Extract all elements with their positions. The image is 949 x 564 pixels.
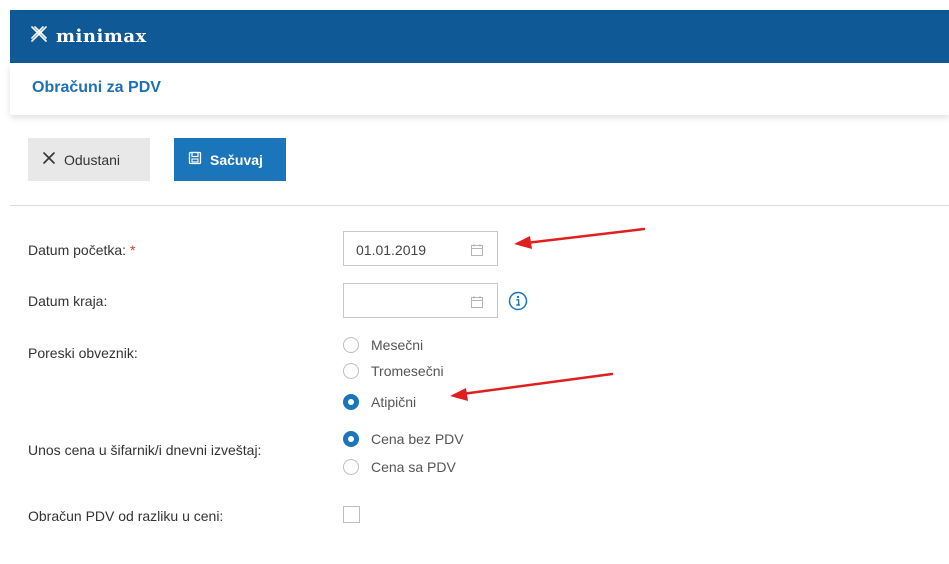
radio-button-selected[interactable] bbox=[343, 394, 359, 410]
divider bbox=[10, 205, 949, 206]
required-marker: * bbox=[129, 242, 136, 258]
radio-option-monthly[interactable]: Mesečni bbox=[343, 337, 423, 353]
start-date-value: 01.01.2019 bbox=[356, 242, 427, 258]
radio-option-quarterly[interactable]: Tromesečni bbox=[343, 363, 444, 379]
margin-vat-checkbox[interactable] bbox=[343, 506, 360, 523]
start-date-label: Datum početka: * bbox=[28, 242, 135, 258]
cancel-button-label: Odustani bbox=[64, 151, 121, 168]
radio-option-label: Cena bez PDV bbox=[371, 431, 464, 447]
annotation-arrow-start-date bbox=[514, 227, 646, 249]
minimax-logo-icon bbox=[29, 24, 49, 49]
radio-option-price-with-vat[interactable]: Cena sa PDV bbox=[343, 459, 456, 475]
radio-option-atypical[interactable]: Atipični bbox=[343, 394, 416, 410]
save-icon bbox=[188, 151, 202, 168]
title-bar: Obračuni za PDV bbox=[10, 63, 949, 115]
radio-option-label: Atipični bbox=[371, 394, 417, 410]
calendar-icon[interactable] bbox=[471, 243, 483, 259]
top-bar: minimax bbox=[10, 10, 949, 63]
app-logo[interactable]: minimax bbox=[29, 24, 147, 49]
radio-option-label: Cena sa PDV bbox=[371, 459, 456, 475]
start-date-label-text: Datum početka: bbox=[28, 242, 127, 258]
save-button[interactable]: Sačuvaj bbox=[174, 138, 286, 181]
cancel-button[interactable]: Odustani bbox=[28, 138, 150, 181]
close-icon bbox=[42, 151, 56, 168]
app-logo-text: minimax bbox=[56, 26, 147, 47]
start-date-input[interactable]: 01.01.2019 bbox=[343, 231, 498, 266]
radio-option-price-without-vat[interactable]: Cena bez PDV bbox=[343, 431, 464, 447]
margin-vat-label: Obračun PDV od razliku u ceni: bbox=[28, 508, 224, 524]
end-date-input[interactable] bbox=[343, 283, 498, 318]
price-entry-label: Unos cena u šifarnik/i dnevni izveštaj: bbox=[28, 442, 262, 458]
end-date-label: Datum kraja: bbox=[28, 293, 108, 309]
radio-button[interactable] bbox=[343, 337, 359, 353]
radio-option-label: Tromesečni bbox=[371, 363, 444, 379]
annotation-arrow-atypical bbox=[450, 372, 614, 401]
radio-button[interactable] bbox=[343, 459, 359, 475]
radio-option-label: Mesečni bbox=[371, 337, 424, 353]
taxpayer-label: Poreski obveznik: bbox=[28, 345, 138, 361]
page-title: Obračuni za PDV bbox=[32, 79, 161, 96]
info-icon[interactable] bbox=[508, 291, 528, 316]
radio-button[interactable] bbox=[343, 363, 359, 379]
save-button-label: Sačuvaj bbox=[210, 151, 263, 168]
radio-button-selected[interactable] bbox=[343, 431, 359, 447]
calendar-icon[interactable] bbox=[471, 295, 483, 311]
